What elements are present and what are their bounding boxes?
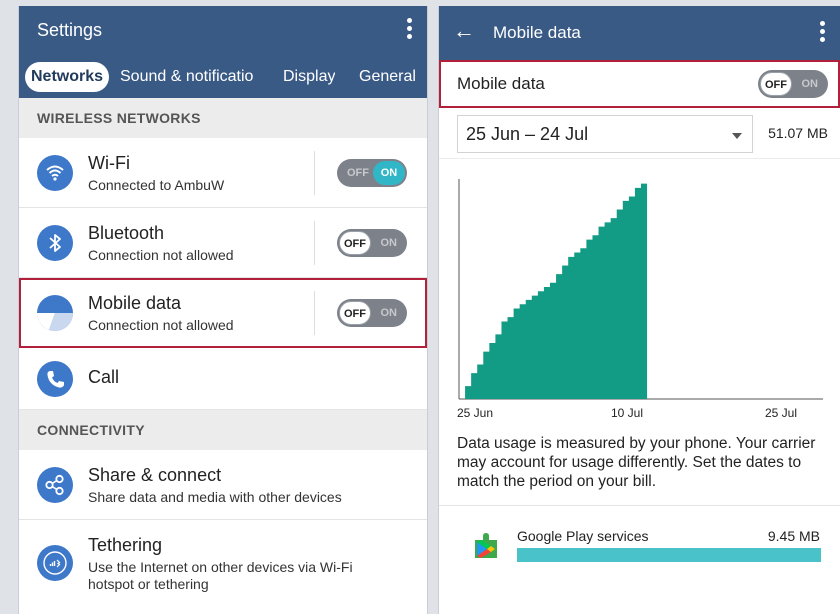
tethering-title: Tethering [88, 535, 163, 555]
back-arrow-icon[interactable]: ← [453, 18, 475, 44]
settings-item-call[interactable]: Call [19, 348, 427, 410]
mobile-data-icon [36, 294, 74, 331]
x-tick-label: 25 Jun [457, 406, 493, 420]
tethering-subtitle-line2: hotspot or tethering [88, 576, 209, 592]
chevron-down-icon [732, 133, 742, 139]
usage-area [459, 179, 648, 399]
tethering-icon [37, 545, 73, 581]
overflow-menu-icon[interactable] [405, 18, 413, 40]
wifi-icon [37, 154, 73, 191]
settings-screen: Settings Networks Sound & notificatio Di… [18, 6, 428, 614]
share-connect-subtitle: Share data and media with other devices [88, 489, 342, 505]
settings-item-tethering[interactable]: Tethering Use the Internet on other devi… [19, 520, 427, 606]
tethering-subtitle-line1: Use the Internet on other devices via Wi… [88, 559, 353, 575]
billing-period-row: 25 Jun – 24 Jul 51.07 MB [439, 108, 840, 158]
bluetooth-subtitle: Connection not allowed [88, 247, 234, 263]
tab-networks[interactable]: Networks [25, 62, 110, 92]
mobile-data-subtitle: Connection not allowed [88, 317, 234, 333]
mobile-data-toggle[interactable]: OFF ON [758, 70, 828, 98]
toggle-off-knob: OFF [339, 231, 371, 255]
total-usage: 51.07 MB [768, 125, 828, 141]
tab-sound-notifications[interactable]: Sound & notificatio [120, 56, 272, 98]
divider [314, 221, 315, 265]
x-tick-label: 10 Jul [611, 406, 643, 420]
mobile-data-label: Mobile data [457, 74, 545, 93]
settings-app-bar: Settings [19, 6, 427, 56]
bluetooth-toggle[interactable]: OFF ON [337, 229, 407, 257]
settings-tabs: Networks Sound & notificatio Display Gen… [19, 56, 427, 98]
tab-general[interactable]: General [359, 56, 416, 98]
tab-display[interactable]: Display [283, 56, 335, 98]
section-header-connectivity: CONNECTIVITY [19, 410, 427, 450]
toggle-off-knob: OFF [760, 72, 792, 96]
phone-icon [37, 360, 73, 397]
bluetooth-icon [37, 224, 73, 261]
mobile-data-app-bar: ← Mobile data [439, 6, 840, 60]
section-header-wireless: WIRELESS NETWORKS [19, 98, 427, 138]
app-usage-item[interactable]: Google Play services 9.45 MB [439, 506, 840, 576]
page-title: Settings [37, 20, 103, 40]
app-usage-bar-track [517, 548, 821, 562]
call-title: Call [88, 367, 120, 387]
settings-item-wifi[interactable]: Wi-Fi Connected to AmbuW OFF ON [19, 138, 427, 208]
toggle-off-label: OFF [347, 167, 369, 179]
divider [314, 151, 315, 195]
page-title: Mobile data [493, 23, 581, 42]
bluetooth-title: Bluetooth [88, 223, 165, 243]
divider [314, 291, 315, 335]
app-name: Google Play services [517, 528, 649, 544]
mobile-data-switch-row[interactable]: Mobile data OFF ON [439, 60, 840, 108]
wifi-title: Wi-Fi [88, 153, 130, 173]
billing-period-dropdown[interactable]: 25 Jun – 24 Jul [457, 115, 753, 153]
google-play-icon [469, 526, 503, 560]
share-connect-title: Share & connect [88, 465, 222, 485]
settings-item-mobile-data[interactable]: Mobile data Connection not allowed OFF O… [19, 278, 427, 348]
toggle-on-label: ON [380, 307, 398, 319]
usage-chart-svg: 25 Jun 10 Jul 25 Jul [457, 179, 823, 420]
overflow-menu-icon[interactable] [818, 21, 826, 43]
share-icon [37, 466, 73, 503]
app-usage-bar [517, 548, 821, 562]
billing-period-value: 25 Jun – 24 Jul [466, 124, 589, 144]
toggle-on-knob: ON [373, 161, 405, 185]
x-tick-label: 25 Jul [765, 406, 797, 420]
settings-item-bluetooth[interactable]: Bluetooth Connection not allowed OFF ON [19, 208, 427, 278]
mobile-data-title: Mobile data [88, 293, 182, 313]
toggle-on-label: ON [380, 237, 398, 249]
toggle-on-label: ON [801, 78, 819, 90]
usage-chart: 25 Jun 10 Jul 25 Jul [439, 158, 840, 422]
toggle-off-knob: OFF [339, 301, 371, 325]
wifi-subtitle: Connected to AmbuW [88, 177, 225, 193]
usage-description: Data usage is measured by your phone. Yo… [457, 435, 816, 490]
settings-item-share-connect[interactable]: Share & connect Share data and media wit… [19, 450, 427, 520]
mobile-data-screen: ← Mobile data Mobile data OFF ON 25 Jun … [438, 6, 840, 614]
mobile-data-toggle[interactable]: OFF ON [337, 299, 407, 327]
wifi-toggle[interactable]: OFF ON [337, 159, 407, 187]
app-usage-size: 9.45 MB [767, 528, 820, 544]
